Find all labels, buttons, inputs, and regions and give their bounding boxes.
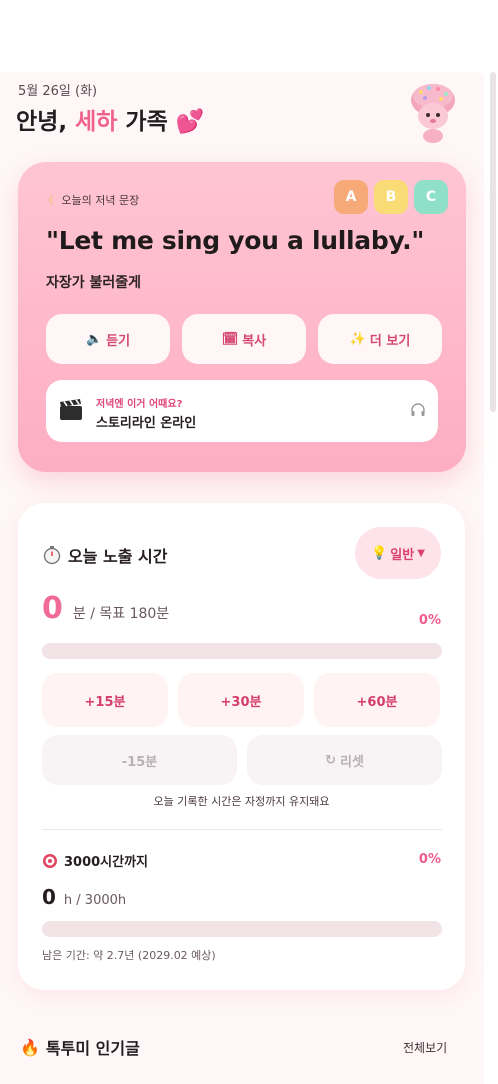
- target-icon: [43, 853, 57, 868]
- subtract-15-button[interactable]: -15분: [42, 735, 237, 785]
- more-label: 더 보기: [369, 333, 411, 349]
- badge-a[interactable]: A: [334, 180, 368, 214]
- long-goal-percent: 0%: [418, 852, 441, 867]
- mascot-avatar[interactable]: [405, 78, 461, 144]
- fire-icon: 🔥: [20, 1037, 40, 1057]
- hero-label-text: 오늘의 저녁 문장: [61, 194, 140, 207]
- reset-button[interactable]: ↻ 리셋: [247, 735, 442, 785]
- greeting-prefix: 안녕,: [16, 109, 76, 135]
- popular-title-text: 톡투미 인기글: [45, 1039, 140, 1058]
- copy-button[interactable]: 🗓 복사: [182, 314, 306, 364]
- badge-c[interactable]: C: [414, 180, 448, 214]
- popular-posts-title: 🔥 톡투미 인기글: [20, 1035, 140, 1059]
- hero-label: ☾ 오늘의 저녁 문장: [48, 192, 139, 208]
- english-sentence: "Let me sing you a lullaby.": [46, 226, 425, 255]
- reset-icon: ↻: [325, 752, 336, 768]
- timer-title-text: 오늘 노출 시간: [68, 547, 168, 566]
- timer-title: 오늘 노출 시간: [42, 543, 167, 567]
- divider: [42, 829, 442, 830]
- daily-progress-bar: [42, 643, 442, 659]
- mode-dropdown[interactable]: 💡 일반 ▼: [355, 527, 441, 579]
- minutes-value: 0: [42, 591, 63, 626]
- long-goal-title-text: 3000시간까지: [64, 855, 149, 870]
- greeting-title: 안녕, 세하 가족 💕: [16, 102, 204, 136]
- hours-value: 0: [42, 885, 56, 909]
- sparkles-icon: ✨: [349, 331, 366, 347]
- copy-label: 복사: [242, 333, 267, 349]
- remaining-period: 남은 기간: 약 2.7년 (2029.02 예상): [42, 949, 216, 962]
- scrollbar[interactable]: [490, 72, 496, 412]
- mode-label: 일반: [390, 547, 415, 563]
- evening-sentence-card: ☾ 오늘의 저녁 문장 A B C "Let me sing you a lul…: [18, 162, 466, 472]
- greeting-suffix: 가족: [117, 109, 176, 135]
- subtract-label: -15분: [121, 754, 158, 770]
- sentence-actions: 🔈 듣기 🗓 복사 ✨ 더 보기: [46, 314, 442, 364]
- hours-unit: h / 3000h: [63, 893, 127, 908]
- badge-b[interactable]: B: [374, 180, 408, 214]
- date-label: 5월 26일 (화): [18, 84, 98, 99]
- korean-translation: 자장가 불러줄게: [46, 275, 142, 291]
- see-all-link[interactable]: 전체보기: [403, 1039, 447, 1056]
- greeting-name: 세하: [75, 109, 118, 135]
- hours-display: 0 h / 3000h: [42, 885, 126, 909]
- reset-label: 리셋: [339, 754, 364, 770]
- listen-label: 듣기: [106, 333, 131, 349]
- more-button[interactable]: ✨ 더 보기: [318, 314, 442, 364]
- lightbulb-icon: 💡: [371, 545, 388, 561]
- caret-down-icon: ▼: [417, 547, 425, 559]
- long-goal-progress-bar: [42, 921, 442, 937]
- calendar-icon: 🗓: [221, 331, 239, 347]
- evening-suggestion-card[interactable]: 저녁엔 이거 어때요? 스토리라인 온라인: [46, 380, 438, 442]
- level-badges: A B C: [334, 180, 448, 214]
- suggestion-prompt: 저녁엔 이거 어때요?: [96, 399, 183, 410]
- moon-icon: ☾: [48, 194, 58, 207]
- add-30-button[interactable]: +30분: [178, 673, 304, 727]
- daily-percent: 0%: [418, 613, 441, 628]
- exposure-timer-card: 오늘 노출 시간 💡 일반 ▼ 0 분 / 목표 180분 0% +15분 +3…: [18, 503, 465, 990]
- long-goal-title: 3000시간까지: [42, 851, 148, 870]
- headphones-icon: [411, 403, 425, 416]
- clapperboard-icon: [60, 399, 82, 420]
- adjust-buttons: -15분 ↻ 리셋: [42, 735, 442, 785]
- suggestion-title: 스토리라인 온라인: [96, 416, 197, 431]
- add-15-button[interactable]: +15분: [42, 673, 168, 727]
- stopwatch-icon: [43, 546, 61, 565]
- minutes-display: 0 분 / 목표 180분: [42, 591, 169, 626]
- minutes-goal: 분 / 목표 180분: [72, 606, 170, 622]
- timer-note: 오늘 기록한 시간은 자정까지 유지돼요: [153, 795, 330, 808]
- speaker-icon: 🔈: [85, 331, 103, 347]
- listen-button[interactable]: 🔈 듣기: [46, 314, 170, 364]
- hearts-icon: 💕: [175, 109, 205, 135]
- add-60-button[interactable]: +60분: [314, 673, 440, 727]
- add-time-buttons: +15분 +30분 +60분: [42, 673, 440, 727]
